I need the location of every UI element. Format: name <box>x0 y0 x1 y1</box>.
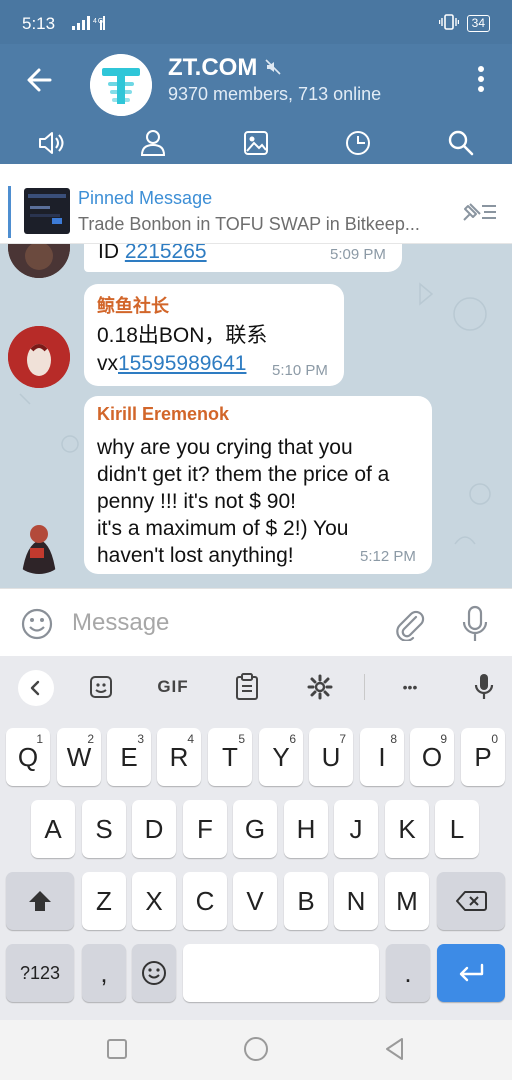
key-j[interactable]: J <box>334 800 378 858</box>
message-link[interactable]: 15595989641 <box>118 352 246 375</box>
voice-input-icon[interactable] <box>470 672 498 702</box>
channel-name: ZT.COM <box>168 54 258 81</box>
message-text: vx <box>97 352 118 375</box>
message-input-bar <box>0 588 512 656</box>
comma-key[interactable]: , <box>82 944 126 1002</box>
message-time: 5:12 PM <box>360 548 416 565</box>
channel-avatar[interactable] <box>90 54 152 116</box>
system-navigation-bar <box>0 1020 512 1080</box>
attach-icon[interactable] <box>392 607 426 642</box>
recent-actions-icon[interactable] <box>343 128 373 158</box>
media-icon[interactable] <box>241 128 271 158</box>
signal-icon: 4G <box>72 16 106 33</box>
gif-button[interactable]: GIF <box>152 672 194 702</box>
sender-avatar[interactable] <box>8 326 70 388</box>
message-text: why are you crying that you didn't get i… <box>97 436 390 567</box>
toolbar-divider <box>364 674 365 700</box>
key-z[interactable]: Z <box>82 872 126 930</box>
pinned-title: Pinned Message <box>78 188 213 208</box>
members-icon[interactable] <box>138 128 168 158</box>
enter-key[interactable] <box>437 944 505 1002</box>
key-a[interactable]: A <box>31 800 75 858</box>
status-time: 5:13 <box>22 14 56 33</box>
vibrate-icon <box>438 14 459 33</box>
key-f[interactable]: F <box>183 800 227 858</box>
key-t[interactable]: T5 <box>208 728 252 786</box>
chat-area[interactable]: ID 2215265 5:09 PM 鲸鱼社长 0.18出BON，联系 vx15… <box>0 244 512 588</box>
message-author[interactable]: Kirill Eremenok <box>97 404 229 425</box>
key-o[interactable]: O9 <box>410 728 454 786</box>
key-v[interactable]: V <box>233 872 277 930</box>
period-key[interactable]: . <box>386 944 430 1002</box>
more-options-icon[interactable] <box>476 64 486 94</box>
shift-key[interactable] <box>6 872 74 930</box>
keyboard: GIF ••• Q1 W2 E3 R4 T5 Y6 U7 I8 O9 P0 A … <box>0 656 512 1020</box>
key-i[interactable]: I8 <box>360 728 404 786</box>
enter-icon <box>459 963 484 982</box>
key-r[interactable]: R4 <box>157 728 201 786</box>
member-count: 9370 members, 713 online <box>168 84 382 104</box>
key-q[interactable]: Q1 <box>6 728 50 786</box>
key-b[interactable]: B <box>284 872 328 930</box>
key-c[interactable]: C <box>183 872 227 930</box>
chat-header: ZT.COM 9370 members, 713 online <box>0 44 512 164</box>
nav-back-icon[interactable] <box>382 1036 408 1062</box>
space-bar[interactable] <box>183 944 379 1002</box>
settings-gear-icon[interactable] <box>305 672 335 702</box>
muted-icon <box>265 54 281 82</box>
emoji-icon <box>142 961 166 985</box>
key-h[interactable]: H <box>284 800 328 858</box>
keyboard-toolbar: GIF ••• <box>0 656 512 720</box>
key-s[interactable]: S <box>82 800 126 858</box>
key-m[interactable]: M <box>385 872 429 930</box>
key-g[interactable]: G <box>233 800 277 858</box>
shift-icon <box>29 891 51 911</box>
backspace-key[interactable] <box>437 872 505 930</box>
key-l[interactable]: L <box>435 800 479 858</box>
key-k[interactable]: K <box>385 800 429 858</box>
key-d[interactable]: D <box>132 800 176 858</box>
key-w[interactable]: W2 <box>57 728 101 786</box>
key-n[interactable]: N <box>334 872 378 930</box>
message-text: ID <box>98 244 125 263</box>
message-bubble[interactable]: 鲸鱼社长 0.18出BON，联系 vx15595989641 5:10 PM <box>84 284 344 386</box>
pinned-indicator <box>8 186 11 238</box>
recent-apps-icon[interactable] <box>104 1036 130 1062</box>
message-bubble[interactable]: ID 2215265 5:09 PM <box>84 244 402 272</box>
message-time: 5:09 PM <box>330 246 386 263</box>
message-author[interactable]: 鲸鱼社长 <box>97 292 169 318</box>
sender-avatar[interactable] <box>8 512 70 574</box>
key-p[interactable]: P0 <box>461 728 505 786</box>
battery-indicator: 34 <box>466 15 490 32</box>
pinned-thumbnail <box>24 188 70 234</box>
status-bar: 5:13 4G 34 <box>0 0 512 44</box>
sticker-icon[interactable] <box>86 672 116 702</box>
home-icon[interactable] <box>243 1036 269 1062</box>
network-type: 4G <box>93 18 104 25</box>
key-x[interactable]: X <box>132 872 176 930</box>
clipboard-icon[interactable] <box>232 672 262 702</box>
keyboard-back-icon[interactable] <box>18 670 54 706</box>
key-y[interactable]: Y6 <box>259 728 303 786</box>
back-arrow-icon[interactable] <box>22 62 58 98</box>
symbols-key[interactable]: ?123 <box>6 944 74 1002</box>
key-u[interactable]: U7 <box>309 728 353 786</box>
key-e[interactable]: E3 <box>107 728 151 786</box>
message-bubble[interactable]: Kirill Eremenok why are you crying that … <box>84 396 432 574</box>
message-link[interactable]: 2215265 <box>125 244 207 263</box>
pinned-text: Trade Bonbon in TOFU SWAP in Bitkeep... <box>78 214 420 234</box>
emoji-icon[interactable] <box>20 607 54 641</box>
message-input[interactable] <box>72 603 372 643</box>
message-time: 5:10 PM <box>272 362 328 379</box>
message-text: 0.18出BON，联系 <box>97 324 268 347</box>
header-divider <box>0 164 512 180</box>
voice-chat-icon[interactable] <box>36 128 66 158</box>
backspace-icon <box>456 891 487 911</box>
emoji-key[interactable] <box>132 944 176 1002</box>
more-tools-button[interactable]: ••• <box>390 672 430 702</box>
pinned-message-bar[interactable]: Pinned Message Trade Bonbon in TOFU SWAP… <box>0 180 512 244</box>
unpin-icon[interactable] <box>458 198 498 226</box>
microphone-icon[interactable] <box>460 605 490 643</box>
search-icon[interactable] <box>446 128 476 158</box>
